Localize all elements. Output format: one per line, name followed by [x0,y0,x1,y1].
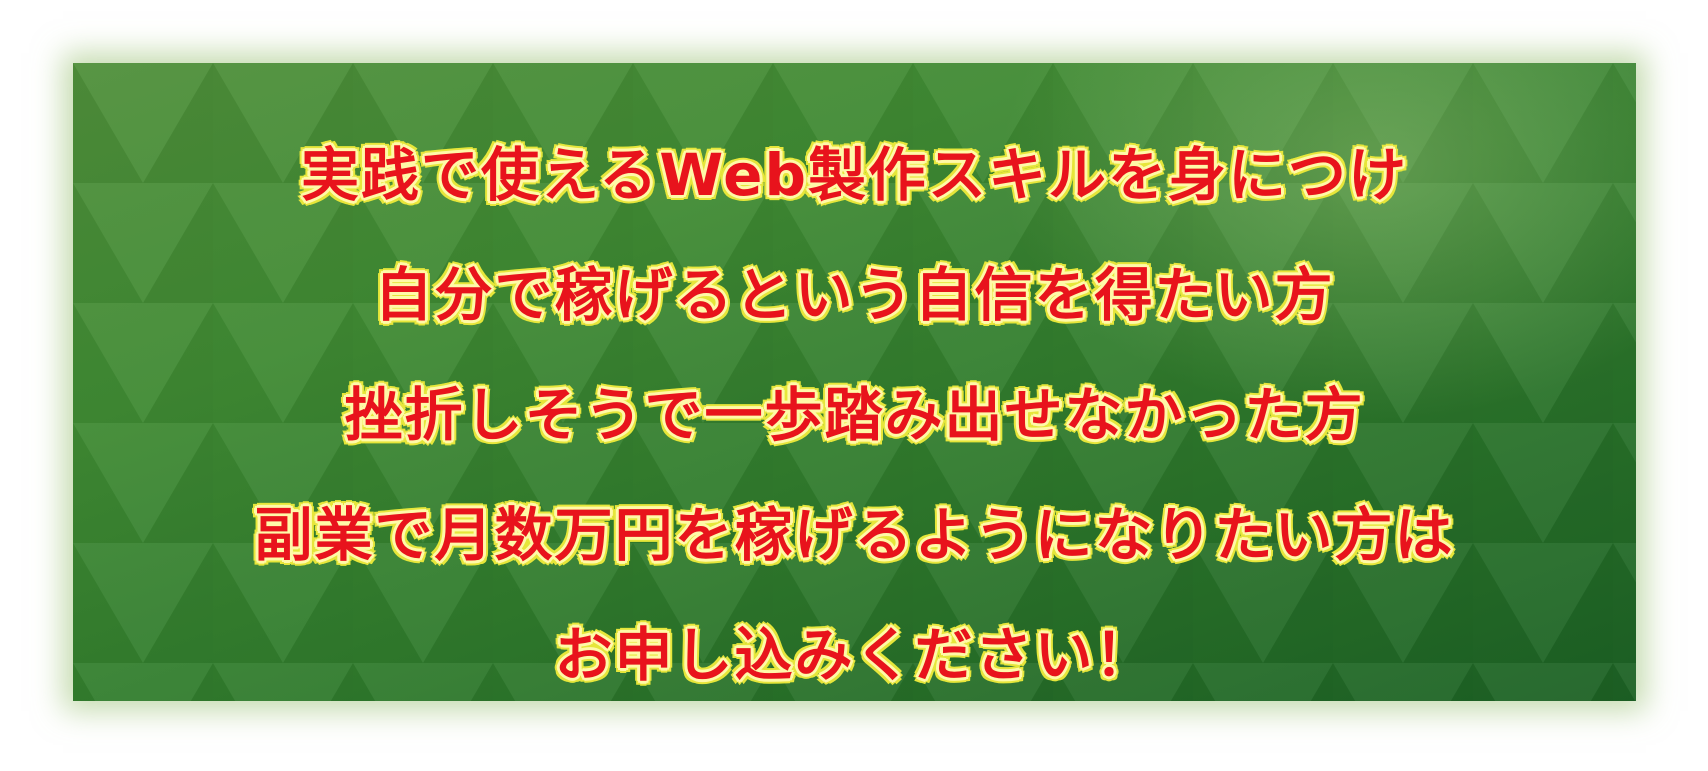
message-line-5: お申し込みください！ [554,621,1155,689]
cta-banner: 実践で使えるWeb製作スキルを身につけ 自分で稼げるという自信を得たい方 挫折し… [73,63,1636,701]
message-line-3: 挫折しそうで一歩踏み出せなかった方 [344,381,1365,449]
message-line-4: 副業で月数万円を稼げるようになりたい方は [254,501,1455,569]
page: 実践で使えるWeb製作スキルを身につけ 自分で稼げるという自信を得たい方 挫折し… [0,0,1708,771]
message-line-1: 実践で使えるWeb製作スキルを身につけ [300,141,1409,209]
message-text: 実践で使えるWeb製作スキルを身につけ 自分で稼げるという自信を得たい方 挫折し… [73,115,1636,701]
message-line-2: 自分で稼げるという自信を得たい方 [374,261,1335,329]
